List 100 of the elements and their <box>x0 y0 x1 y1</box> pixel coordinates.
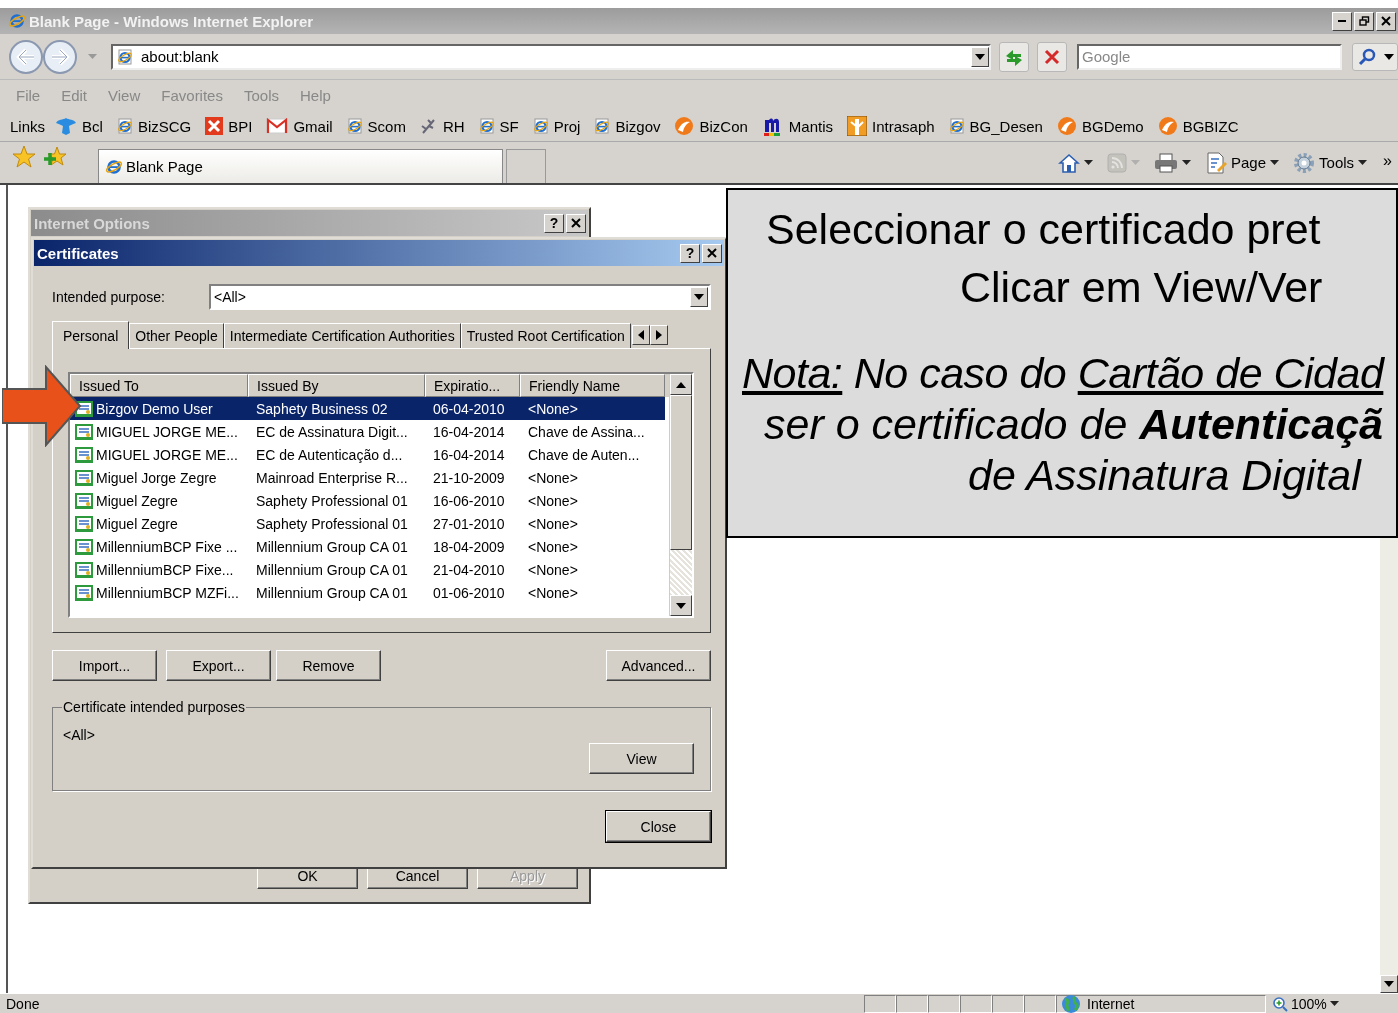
tab[interactable]: Other People <box>129 323 224 348</box>
dialog-button[interactable]: Export... <box>166 650 271 681</box>
column-header[interactable]: Issued To <box>70 374 248 397</box>
dropdown-arrow-icon <box>694 294 704 300</box>
link-button[interactable]: Intrasaph <box>845 116 941 136</box>
overflow-chevron[interactable]: » <box>1383 151 1392 170</box>
zoom-button[interactable]: 100% <box>1266 995 1345 1012</box>
close-button[interactable] <box>1376 11 1396 31</box>
link-button[interactable]: Bizgov <box>592 117 667 135</box>
link-button[interactable]: BizCon <box>672 116 754 136</box>
scroll-right-icon <box>655 330 662 340</box>
list-row[interactable]: Miguel Jorge Zegre Mainroad Enterprise R... 21-10-2009 <None> <box>70 466 665 489</box>
browser-icon <box>116 118 133 134</box>
restore-button[interactable] <box>1354 11 1374 31</box>
window-title: Blank Page - Windows Internet Explorer <box>29 12 315 30</box>
link-button[interactable]: BPI <box>203 117 259 135</box>
callout-heading: Seleccionar o certificado pret <box>765 204 1322 255</box>
list-row[interactable]: MIGUEL JORGE ME... EC de Autenticação d... 16-04-2014 Chave de Auten... <box>70 443 665 466</box>
restore-icon <box>1358 16 1370 26</box>
help-button[interactable]: ? <box>544 213 564 233</box>
caret-icon <box>1182 159 1191 166</box>
list-row[interactable]: MillenniumBCP Fixe ... Millennium Group CA 01 18-04-2009 <None> <box>70 535 665 558</box>
link-button[interactable]: Mantis <box>759 115 840 137</box>
minimize-button[interactable] <box>1332 11 1352 31</box>
list-row[interactable]: MIGUEL JORGE ME... EC de Assinatura Digit... 16-04-2014 Chave de Assina... <box>70 420 665 443</box>
caret-icon <box>1329 1000 1339 1007</box>
links-label: Links <box>10 117 46 135</box>
table-cell-text: Millennium Group CA 01 <box>255 584 409 601</box>
link-button[interactable]: Bcl <box>53 116 109 136</box>
link-button[interactable]: Proj <box>530 117 587 135</box>
help-button[interactable]: ? <box>680 243 700 263</box>
link-button[interactable]: BGBIZC <box>1155 116 1245 136</box>
table-cell-text: Chave de Assina... <box>527 423 646 440</box>
close-icon <box>707 248 717 258</box>
tree-icon <box>847 116 868 136</box>
refresh-button[interactable] <box>999 41 1029 72</box>
link-button[interactable]: RH <box>417 117 471 135</box>
close-button[interactable] <box>566 213 586 233</box>
close-dialog-button[interactable]: Close <box>606 811 711 842</box>
close-icon <box>571 218 581 228</box>
list-row[interactable]: MillenniumBCP MZFi... Millennium Group CA 01 01-06-2010 <None> <box>70 581 665 604</box>
status-pane <box>864 994 896 1013</box>
orb-icon <box>1056 116 1077 136</box>
caret-icon <box>1358 159 1368 166</box>
link-button[interactable]: BizSCG <box>114 117 198 135</box>
tab[interactable]: Trusted Root Certification <box>460 323 631 348</box>
search-field[interactable]: Google <box>1077 43 1342 70</box>
table-cell-text: EC de Assinatura Digit... <box>255 423 409 440</box>
link-button[interactable]: SF <box>476 117 525 135</box>
link-button[interactable]: BG_Desen <box>946 117 1049 135</box>
dialog-button[interactable]: Import... <box>52 650 157 681</box>
scroll-up-button[interactable] <box>670 374 692 395</box>
browser-icon <box>105 157 123 176</box>
link-button[interactable]: BGDemo <box>1054 116 1150 136</box>
tab[interactable]: Intermediate Certification Authorities <box>223 323 461 348</box>
scroll-thumb[interactable] <box>670 395 692 550</box>
address-field[interactable]: about:blank <box>111 43 991 70</box>
table-cell: Bizgov Demo User <box>96 400 213 417</box>
caret-icon <box>1131 159 1140 166</box>
close-button[interactable] <box>702 243 722 263</box>
column-header[interactable]: Friendly Name <box>520 374 665 397</box>
scroll-down-button[interactable] <box>1380 975 1398 993</box>
tab[interactable]: Personal <box>52 321 130 349</box>
scroll-down-button[interactable] <box>670 595 692 616</box>
command-button[interactable]: Page <box>1201 151 1284 174</box>
table-cell-text: 16-04-2014 <box>432 423 506 440</box>
status-pane <box>992 994 1024 1013</box>
dialog-button[interactable]: Advanced... <box>606 650 711 681</box>
list-row[interactable]: Miguel Zegre Saphety Professional 01 16-06-2010 <None> <box>70 489 665 512</box>
browser-tab[interactable]: Blank Page <box>98 149 503 183</box>
history-caret-icon <box>88 53 97 60</box>
dialog-title: Certificates <box>37 244 120 262</box>
search-button[interactable] <box>1352 42 1398 71</box>
command-button[interactable]: Tools <box>1289 151 1372 174</box>
stop-button[interactable] <box>1037 41 1067 72</box>
field-label: Intended purpose: <box>52 289 166 305</box>
link-button[interactable]: Scom <box>344 117 412 135</box>
column-header[interactable]: Expiratio... <box>425 374 520 397</box>
table-cell-text: 18-04-2009 <box>432 538 506 555</box>
purpose-dropdown[interactable]: <All> <box>209 284 711 310</box>
scroll-up-icon <box>676 381 686 388</box>
list-row[interactable]: MillenniumBCP Fixe... Millennium Group CA 01 21-04-2010 <None> <box>70 558 665 581</box>
close-icon <box>1043 47 1061 66</box>
list-row[interactable]: Miguel Zegre Saphety Professional 01 27-01-2010 <None> <box>70 512 665 535</box>
table-cell-text: 27-01-2010 <box>432 515 506 532</box>
link-button[interactable]: Gmail <box>264 117 339 135</box>
view-button[interactable]: View <box>589 743 694 774</box>
dropdown-button[interactable] <box>971 46 989 67</box>
browser-icon <box>532 118 549 134</box>
column-header[interactable]: Issued By <box>248 374 425 397</box>
scroll-left-button[interactable] <box>631 325 650 345</box>
dialog-button[interactable]: Remove <box>276 650 381 681</box>
dropdown-button[interactable] <box>690 287 708 307</box>
callout-heading: Clicar em View/Ver <box>959 262 1324 313</box>
list-row[interactable]: Bizgov Demo User Saphety Business 02 06-04-2010 <None> <box>70 397 665 420</box>
gear-icon <box>1293 151 1316 174</box>
table-cell-text: 21-10-2009 <box>432 469 506 486</box>
callout-note: Nota: No caso do Cartão de Cidad <box>741 348 1386 399</box>
dropdown-arrow-icon <box>676 602 686 609</box>
scrollbar[interactable] <box>1380 538 1398 993</box>
